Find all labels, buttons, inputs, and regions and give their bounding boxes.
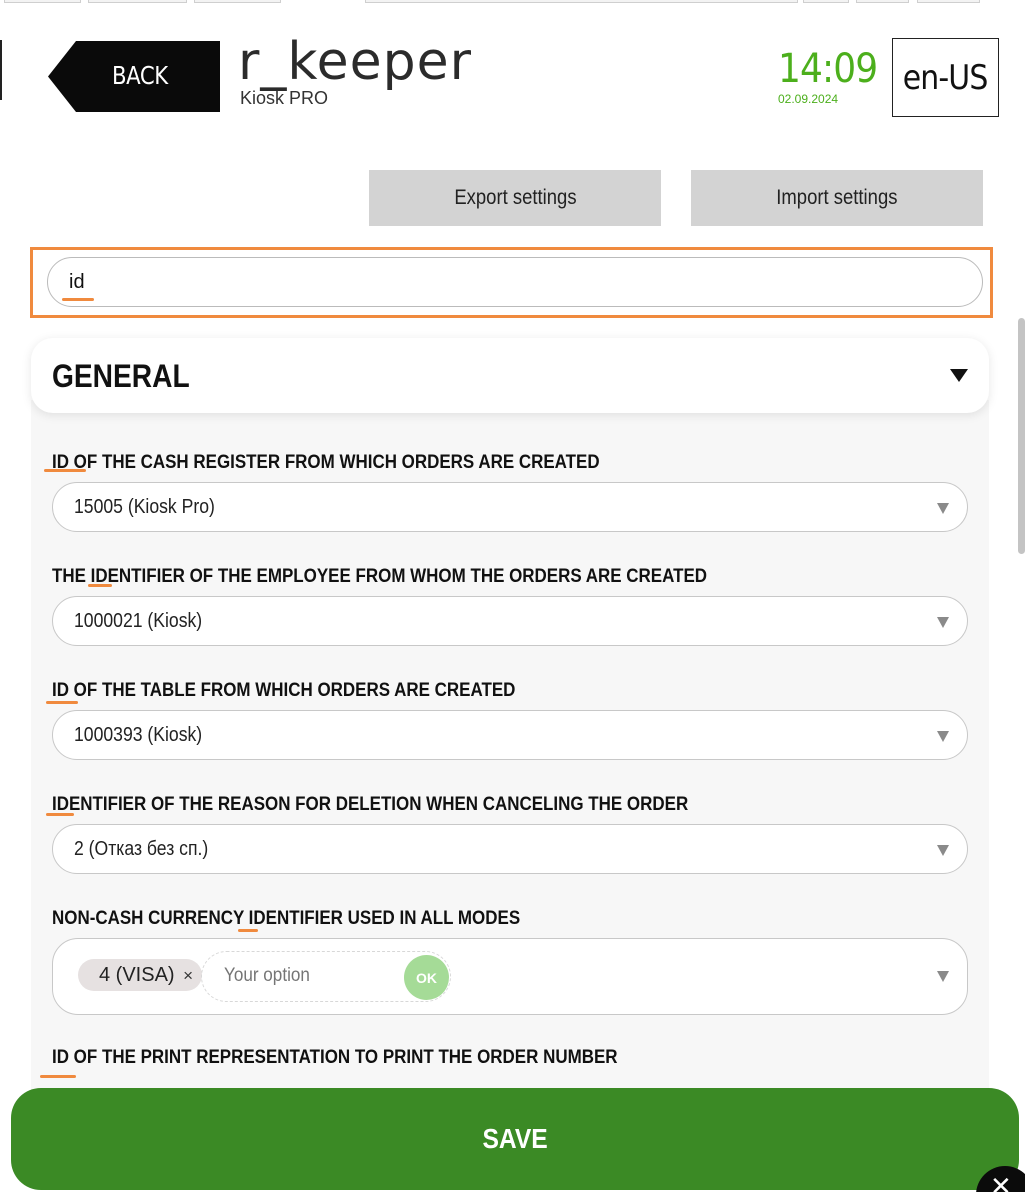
settings-search-input[interactable] bbox=[47, 257, 983, 307]
section-header-general[interactable]: GENERAL bbox=[31, 338, 989, 413]
caret-down-icon bbox=[950, 369, 968, 382]
field-label-table: ID OF THE TABLE FROM WHICH ORDERS ARE CR… bbox=[52, 679, 516, 701]
field-label-noncash-currency: NON-CASH CURRENCY IDENTIFIER USED IN ALL… bbox=[52, 907, 521, 929]
match-underline bbox=[46, 813, 74, 816]
field-label-employee: THE IDENTIFIER OF THE EMPLOYEE FROM WHOM… bbox=[52, 565, 708, 587]
chip-label: 4 (VISA) bbox=[99, 964, 175, 986]
dropdown-arrow-icon bbox=[937, 617, 949, 628]
import-settings-label: Import settings bbox=[776, 186, 898, 209]
clock: 14:09 02.09.2024 bbox=[778, 47, 888, 106]
clock-date: 02.09.2024 bbox=[778, 92, 839, 106]
app-title: r_keeper bbox=[238, 32, 473, 92]
match-underline bbox=[44, 469, 86, 472]
match-underline bbox=[40, 1075, 76, 1078]
match-underline bbox=[46, 701, 78, 704]
multiselect-noncash-currency[interactable]: 4 (VISA) × OK bbox=[52, 938, 968, 1015]
field-label-deletion-reason: IDENTIFIER OF THE REASON FOR DELETION WH… bbox=[52, 793, 689, 815]
select-cash-register[interactable]: 15005 (Kiosk Pro) bbox=[52, 482, 968, 532]
dropdown-arrow-icon bbox=[937, 731, 949, 742]
match-underline bbox=[88, 584, 112, 587]
app-logo: r_keeper Kiosk PRO bbox=[238, 30, 472, 109]
ok-button[interactable]: OK bbox=[404, 955, 449, 1000]
language-label: en-US bbox=[903, 57, 989, 98]
clock-time: 14:09 bbox=[778, 46, 878, 92]
select-table[interactable]: 1000393 (Kiosk) bbox=[52, 710, 968, 760]
export-settings-button[interactable]: Export settings bbox=[369, 170, 661, 226]
currency-chip: 4 (VISA) × bbox=[78, 959, 203, 992]
custom-option-input[interactable] bbox=[224, 965, 377, 987]
back-button-label: BACK bbox=[112, 61, 168, 90]
select-value: 15005 (Kiosk Pro) bbox=[74, 496, 215, 518]
export-settings-label: Export settings bbox=[453, 186, 577, 209]
select-employee[interactable]: 1000021 (Kiosk) bbox=[52, 596, 968, 646]
save-button-label: SAVE bbox=[482, 1123, 548, 1154]
field-label-print-representation: ID OF THE PRINT REPRESENTATION TO PRINT … bbox=[52, 1046, 618, 1068]
close-icon: ✕ bbox=[990, 1172, 1012, 1192]
match-underline bbox=[238, 929, 258, 932]
search-match-underline bbox=[62, 298, 94, 301]
browser-top-strip bbox=[0, 0, 1025, 4]
scrollbar-thumb[interactable] bbox=[1018, 318, 1025, 554]
window-edge bbox=[0, 40, 2, 100]
chip-remove-icon[interactable]: × bbox=[183, 960, 193, 992]
dropdown-arrow-icon bbox=[937, 503, 949, 514]
field-label-cash-register: ID OF THE CASH REGISTER FROM WHICH ORDER… bbox=[52, 451, 600, 473]
save-button[interactable]: SAVE bbox=[11, 1088, 1019, 1190]
back-button[interactable]: BACK bbox=[48, 41, 220, 112]
import-settings-button[interactable]: Import settings bbox=[691, 170, 983, 226]
section-title: GENERAL bbox=[52, 358, 190, 394]
select-value: 2 (Отказ без сп.) bbox=[74, 838, 209, 860]
select-value: 1000021 (Kiosk) bbox=[74, 610, 203, 632]
language-button[interactable]: en-US bbox=[892, 38, 999, 117]
dropdown-arrow-icon bbox=[937, 845, 949, 856]
custom-option-box: OK bbox=[201, 951, 451, 1002]
dropdown-arrow-icon bbox=[937, 971, 949, 982]
select-value: 1000393 (Kiosk) bbox=[74, 724, 203, 746]
select-deletion-reason[interactable]: 2 (Отказ без сп.) bbox=[52, 824, 968, 874]
